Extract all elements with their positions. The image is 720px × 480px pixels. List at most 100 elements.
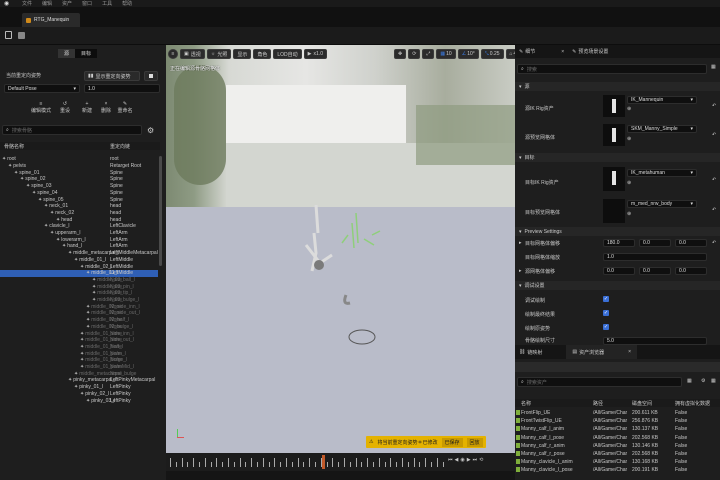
bone-chain[interactable]: LeftArm [110, 237, 128, 243]
gear-icon[interactable]: ⚙ [147, 126, 154, 135]
asset-row[interactable]: FrontFlip_UE/All/Game/Char 200.611 KB Fals… [515, 409, 720, 417]
section-source[interactable]: ▾ 源 [515, 82, 720, 91]
menu-asset[interactable]: 资产 [62, 0, 72, 7]
bone-chain[interactable]: head [110, 217, 121, 223]
show-button[interactable]: 显示 [233, 49, 252, 59]
bone-chain[interactable]: LeftMiddle [110, 264, 133, 270]
menu-edit[interactable]: 编辑 [42, 0, 52, 7]
save-icon[interactable] [5, 31, 12, 39]
bone-row[interactable]: ✦ pinky_02_l LeftPinky [0, 391, 158, 398]
bone-row[interactable]: ✦ middle_03_pin_l None [0, 283, 158, 290]
bone-row[interactable]: ✦ neck_01 head [0, 203, 158, 210]
asset-row[interactable]: Manny_calf_r_pose/All/Game/Char 202.568 K… [515, 450, 720, 458]
translate-icon[interactable]: ✥ [394, 49, 407, 59]
browse-asset-icon[interactable]: ⊕ [627, 136, 631, 142]
bone-row[interactable]: ✦ pelvis Retarget Root [0, 163, 158, 170]
bone-row[interactable]: ✦ spine_03 Spine [0, 183, 158, 190]
column-path[interactable]: 路径 [593, 400, 603, 407]
bone-chain[interactable]: Spine [110, 176, 123, 182]
bone-row[interactable]: ✦ middle_01_palm_l None [0, 350, 158, 357]
bone-chain[interactable]: Spine [110, 170, 123, 176]
draw-source-checkbox[interactable]: ✓ [603, 324, 609, 330]
playhead[interactable] [322, 455, 325, 469]
rotation-snap[interactable]: ∠ 10° [457, 49, 479, 59]
bone-chain[interactable]: head [110, 203, 121, 209]
offset-z[interactable]: 0.0 [675, 239, 707, 247]
bone-row[interactable]: ✦ pinky_01_l LeftPinky [0, 384, 158, 391]
view-options-icon[interactable]: ▦ [711, 64, 716, 70]
column-virtual[interactable]: 拥有虚拟化数据 [675, 400, 710, 407]
bone-row[interactable]: ✦ middle_02_bulge_l None [0, 324, 158, 331]
bone-chain[interactable]: None [110, 331, 122, 337]
target-mesh-select[interactable]: m_med_nrw_body ▾ [627, 200, 697, 208]
asset-row[interactable]: Manny_clavicle_l_pose/All/Game/Char 200.1… [515, 466, 720, 474]
section-target[interactable]: ▾ 目标 [515, 153, 720, 162]
bone-chain[interactable]: root [110, 156, 119, 162]
asset-row[interactable]: Manny_calf_r_anim/All/Game/Char 130.146 K… [515, 442, 720, 450]
bone-row[interactable]: ✦ head head [0, 216, 158, 223]
grid-snap[interactable]: ▦ 10 [436, 49, 456, 59]
bone-row[interactable]: ✦ middle_01_side_inn_l None [0, 330, 158, 337]
section-debug[interactable]: ▾ 调试设置 [515, 281, 720, 290]
bone-row[interactable]: ✦ middle_03_ball_l None [0, 277, 158, 284]
bone-chain[interactable]: LeftArm [110, 243, 128, 249]
edit-mode-tool[interactable]: ≡ 编辑模式 [30, 101, 52, 114]
skip-start-icon[interactable]: ⏮ [448, 457, 453, 463]
bone-row[interactable]: ✦ spine_01 Spine [0, 169, 158, 176]
lod-button[interactable]: LOD自动 [273, 49, 302, 59]
debug-draw-checkbox[interactable]: ✓ [603, 296, 609, 302]
bone-chain[interactable]: None [110, 324, 122, 330]
menu-file[interactable]: 文件 [22, 0, 32, 7]
tab-asset-browser[interactable]: ▤ 资产浏览器 × [566, 345, 638, 359]
character-button[interactable]: 角色 [253, 49, 272, 59]
bone-chain[interactable]: Spine [110, 183, 123, 189]
close-icon[interactable]: × [561, 49, 564, 55]
bone-row[interactable]: ✦ neck_02 head [0, 210, 158, 217]
bone-row[interactable]: ✦ pinky_03_l LeftPinky [0, 397, 158, 404]
source-offset-x[interactable]: 0.0 [603, 267, 635, 275]
playback-speed-button[interactable]: ▶ x1.0 [303, 49, 327, 59]
record-icon[interactable]: ◉ [460, 457, 464, 463]
tab-chain-mapping[interactable]: ⛓ 链映射 [515, 349, 546, 356]
timeline[interactable]: ⏮ ◀ ◉ ▶ ⏭ ⟲ [166, 453, 515, 471]
asset-row[interactable]: Manny_calf_l_anim/All/Game/Char 130.137 K… [515, 425, 720, 433]
browse-asset-icon[interactable]: ⊕ [627, 180, 631, 186]
bone-row[interactable]: ✦ middle_03_bulge_l None [0, 297, 158, 304]
tab-rtg-manequin[interactable]: RTG_Manequin [22, 13, 80, 27]
rename-tool[interactable]: ✎ 重命名 [116, 101, 134, 114]
bone-size-value[interactable]: 5.0 [603, 337, 707, 345]
column-bone-name[interactable]: 骨骼名称 [4, 143, 24, 150]
show-retarget-pose-button[interactable]: ▮▮ 显示重定向姿势 [84, 71, 140, 81]
play-forward-icon[interactable]: ▶ [467, 457, 471, 463]
bone-row[interactable]: ✦ upperarm_l LeftArm [0, 230, 158, 237]
details-search-input[interactable]: ⌕ 搜索 [517, 64, 707, 74]
reset-arrow-icon[interactable]: ↶ [712, 132, 716, 138]
pose-select[interactable]: Default Pose ▾ [4, 84, 80, 93]
bone-chain[interactable]: LeftPinky [110, 391, 131, 397]
bone-chain[interactable]: Retarget Root [110, 163, 141, 169]
scale-snap[interactable]: ⤡ 0.25 [480, 49, 504, 59]
bone-chain[interactable]: LeftArm [110, 230, 128, 236]
bone-chain[interactable]: LeftMiddleMetacarpal [110, 250, 158, 256]
delete-tool[interactable]: × 删除 [100, 101, 112, 114]
gear-icon[interactable]: ⚙ [701, 378, 705, 384]
column-name[interactable]: 名称 [521, 400, 531, 407]
browse-icon[interactable] [18, 32, 25, 39]
reset-tool[interactable]: ↺ 重设 [56, 101, 74, 114]
bone-row[interactable]: ✦ middle_01_half_l None [0, 344, 158, 351]
grid-view-icon[interactable]: ▦ [711, 378, 716, 384]
perspective-button[interactable]: ▣ 透视 [180, 49, 205, 59]
draw-final-checkbox[interactable]: ✓ [603, 310, 609, 316]
lighting-button[interactable]: ☼ 光照 [206, 49, 232, 59]
asset-search-input[interactable]: ⌕ 搜索资产 [517, 377, 682, 387]
tree-scrollbar[interactable] [159, 156, 162, 266]
bone-chain[interactable]: None [110, 310, 122, 316]
section-preview-settings[interactable]: ▾ Preview Settings [515, 227, 720, 236]
bone-row[interactable]: ✦ spine_04 Spine [0, 190, 158, 197]
bone-chain[interactable]: Spine [110, 190, 123, 196]
offset-y[interactable]: 0.0 [639, 239, 671, 247]
bone-chain[interactable]: None [110, 351, 122, 357]
scale-value[interactable]: 1.0 [603, 253, 707, 261]
reset-arrow-icon[interactable]: ↶ [712, 103, 716, 109]
playback-button[interactable]: 回放 [466, 437, 483, 447]
